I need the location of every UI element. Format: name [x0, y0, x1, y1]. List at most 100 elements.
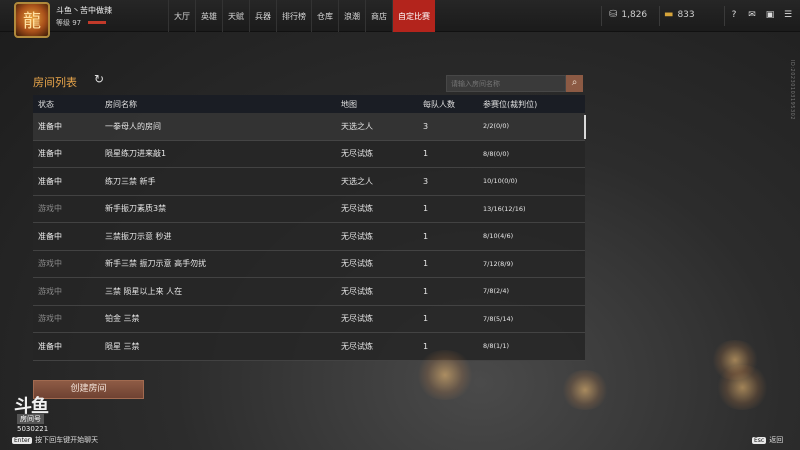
row-team-size: 1 — [423, 231, 429, 241]
row-slots: 13/16(12/16) — [483, 204, 526, 213]
nav-item-heroes[interactable]: 英雄 — [195, 0, 222, 32]
table-row[interactable]: 游戏中 三禁 陨星以上来 人在 无尽试炼 1 7/8(2/4) — [33, 278, 585, 306]
header-room-name[interactable]: 房间名称 — [105, 99, 341, 110]
table-body: 准备中 一拳母人的房间 天选之人 3 2/2(0/0) 准备中 陨星练刀进来敲1 无尽试炼 1 8… — [33, 113, 585, 361]
create-room-button[interactable]: 创建房间 — [33, 380, 144, 399]
background-lantern — [415, 350, 475, 400]
silver-currency: ⛁ 1,826 — [609, 9, 647, 20]
nav-item-warehouse[interactable]: 仓库 — [311, 0, 338, 32]
row-slots: 8/8(1/1) — [483, 342, 509, 351]
row-slots: 7/8(5/14) — [483, 314, 514, 323]
row-status: 准备中 — [38, 149, 62, 159]
table-header: 状态 房间名称 地图 每队人数 参赛位(裁判位) — [33, 95, 585, 113]
table-row[interactable]: 准备中 一拳母人的房间 天选之人 3 2/2(0/0) — [33, 113, 585, 141]
player-avatar[interactable]: 龍 — [14, 2, 50, 38]
table-scrollbar[interactable] — [584, 115, 586, 139]
mail-icon[interactable]: ✉ — [746, 9, 758, 21]
stream-room-id: 5030221 — [17, 425, 49, 433]
divider — [724, 6, 725, 26]
header-team-size[interactable]: 每队人数 — [423, 99, 483, 110]
row-room-name: 三禁 陨星以上来 人在 — [105, 286, 183, 296]
coin-stack-icon: ⛁ — [609, 9, 618, 20]
menu-icon[interactable]: ☰ — [782, 9, 794, 21]
nav-item-lobby[interactable]: 大厅 — [168, 0, 195, 32]
top-bar: 龍 斗鱼丶苦中做辣 等级 97 大厅 英雄 天赋 兵器 排行榜 仓库 浪潮 商店… — [0, 0, 800, 38]
player-name: 斗鱼丶苦中做辣 — [56, 6, 112, 15]
row-map: 无尽试炼 — [341, 341, 373, 351]
back-hint-text: 返回 — [769, 436, 784, 444]
gold-bar-icon: ▬ — [664, 9, 674, 20]
dragon-emblem-icon: 龍 — [23, 11, 41, 32]
table-row[interactable]: 准备中 三禁振刀示意 秒进 无尽试炼 1 8/10(4/6) — [33, 223, 585, 251]
refresh-icon[interactable]: ↻ — [94, 72, 104, 86]
divider — [659, 6, 660, 26]
row-team-size: 1 — [423, 259, 429, 269]
row-team-size: 3 — [423, 176, 429, 186]
panel-title: 房间列表 — [33, 76, 77, 89]
nav-item-leaderboard[interactable]: 排行榜 — [276, 0, 311, 32]
row-status: 游戏中 — [38, 314, 62, 324]
row-room-name: 三禁振刀示意 秒进 — [105, 231, 172, 241]
nav-item-weapons[interactable]: 兵器 — [249, 0, 276, 32]
row-map: 天选之人 — [341, 121, 373, 131]
search-icon: ⌕ — [571, 77, 578, 88]
header-map[interactable]: 地图 — [341, 99, 423, 110]
table-row[interactable]: 准备中 陨星练刀进来敲1 无尽试炼 1 8/8(0/0) — [33, 140, 585, 168]
row-map: 无尽试炼 — [341, 259, 373, 269]
nav-item-wave[interactable]: 浪潮 — [338, 0, 365, 32]
row-room-name: 新手三禁 振刀示意 高手勿扰 — [105, 259, 207, 269]
gold-amount: 833 — [677, 9, 695, 20]
room-table: 状态 房间名称 地图 每队人数 参赛位(裁判位) 准备中 一拳母人的房间 天选之人 3… — [33, 95, 585, 361]
row-team-size: 1 — [423, 149, 429, 159]
table-row[interactable]: 准备中 练刀三禁 新手 天选之人 3 10/10(0/0) — [33, 168, 585, 196]
row-status: 准备中 — [38, 231, 62, 241]
row-status: 准备中 — [38, 341, 62, 351]
row-map: 无尽试炼 — [341, 286, 373, 296]
row-slots: 7/8(2/4) — [483, 287, 509, 296]
table-row[interactable]: 游戏中 新手三禁 振刀示意 高手勿扰 无尽试炼 1 7/12(8/9) — [33, 250, 585, 278]
row-team-size: 1 — [423, 204, 429, 214]
row-map: 无尽试炼 — [341, 149, 373, 159]
row-room-name: 陨星练刀进来敲1 — [105, 149, 167, 159]
row-room-name: 一拳母人的房间 — [105, 121, 161, 131]
row-team-size: 1 — [423, 341, 429, 351]
help-icon[interactable]: ? — [728, 9, 740, 21]
nav-item-custom-match[interactable]: 自定比赛 — [392, 0, 435, 32]
background-lantern — [560, 370, 610, 410]
back-hint[interactable]: Esc 返回 — [752, 435, 783, 445]
row-slots: 10/10(0/0) — [483, 177, 518, 186]
row-status: 准备中 — [38, 176, 62, 186]
watermark-id: ID:20230103195302 — [789, 60, 795, 121]
search-button[interactable]: ⌕ — [566, 75, 583, 92]
table-row[interactable]: 游戏中 铂金 三禁 无尽试炼 1 7/8(5/14) — [33, 305, 585, 333]
row-status: 游戏中 — [38, 204, 62, 214]
row-room-name: 练刀三禁 新手 — [105, 176, 156, 186]
inbox-icon[interactable]: ▣ — [764, 9, 776, 21]
gold-currency: ▬ 833 — [664, 9, 695, 20]
main-nav: 大厅 英雄 天赋 兵器 排行榜 仓库 浪潮 商店 自定比赛 — [168, 0, 435, 32]
chat-hint: Enter 按下回车键开始聊天 — [12, 435, 98, 445]
row-status: 游戏中 — [38, 286, 62, 296]
chat-hint-text: 按下回车键开始聊天 — [35, 436, 99, 444]
header-slots[interactable]: 参赛位(裁判位) — [483, 99, 585, 110]
player-level: 等级 97 — [56, 19, 82, 27]
silver-amount: 1,826 — [621, 9, 648, 20]
row-status: 准备中 — [38, 121, 62, 131]
row-map: 无尽试炼 — [341, 204, 373, 214]
stream-room-label: 房间号 — [17, 414, 44, 424]
row-room-name: 新手振刀素质3禁 — [105, 204, 167, 214]
enter-key-badge: Enter — [12, 436, 33, 444]
header-status[interactable]: 状态 — [33, 99, 105, 110]
row-slots: 7/12(8/9) — [483, 259, 514, 268]
esc-key-badge: Esc — [752, 436, 767, 444]
nav-item-talents[interactable]: 天赋 — [222, 0, 249, 32]
row-room-name: 铂金 三禁 — [105, 314, 140, 324]
row-room-name: 陨星 三禁 — [105, 341, 140, 351]
table-row[interactable]: 准备中 陨星 三禁 无尽试炼 1 8/8(1/1) — [33, 333, 585, 361]
row-team-size: 1 — [423, 314, 429, 324]
room-search-input[interactable] — [446, 75, 566, 92]
row-map: 无尽试炼 — [341, 231, 373, 241]
nav-item-shop[interactable]: 商店 — [365, 0, 392, 32]
table-row[interactable]: 游戏中 新手振刀素质3禁 无尽试炼 1 13/16(12/16) — [33, 195, 585, 223]
row-status: 游戏中 — [38, 259, 62, 269]
